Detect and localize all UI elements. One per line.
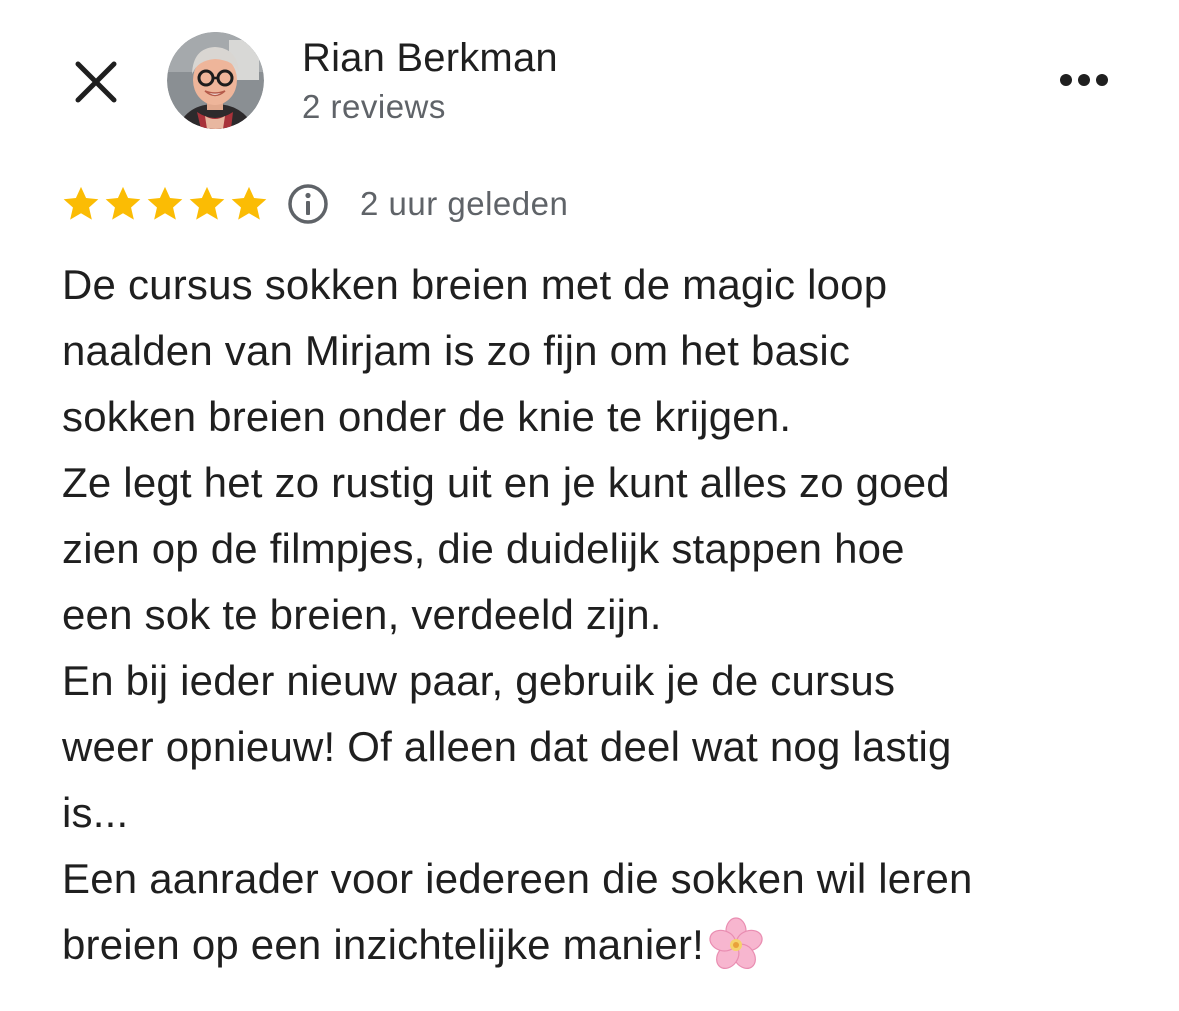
- review-line: Een aanrader voor iedereen die sokken wi…: [62, 855, 973, 902]
- avatar[interactable]: [167, 32, 264, 129]
- review-line: En bij ieder nieuw paar, gebruik je de c…: [62, 657, 896, 704]
- star-icon: [231, 186, 267, 220]
- review-line-text: breien op een inzichtelijke manier!: [62, 921, 705, 968]
- review-line: weer opnieuw! Of alleen dat deel wat nog…: [62, 723, 952, 770]
- close-button[interactable]: [70, 56, 122, 108]
- cherry-blossom-icon: [709, 917, 763, 969]
- author-name[interactable]: Rian Berkman: [302, 36, 558, 81]
- close-icon: [75, 61, 117, 103]
- star-icon: [147, 186, 183, 220]
- review-text: De cursus sokken breien met de magic loo…: [62, 252, 1152, 978]
- review-line: zien op de filmpjes, die duidelijk stapp…: [62, 525, 905, 572]
- review-line: een sok te breien, verdeeld zijn.: [62, 591, 662, 638]
- rating-row: 2 uur geleden: [60, 180, 568, 228]
- avatar-image: [167, 32, 264, 129]
- star-icon: [63, 186, 99, 220]
- star-rating: [60, 183, 270, 225]
- more-horizontal-icon: [1060, 74, 1108, 86]
- review-line: sokken breien onder de knie te krijgen.: [62, 393, 792, 440]
- review-count: 2 reviews: [302, 88, 446, 125]
- info-icon[interactable]: [286, 182, 330, 226]
- review-line: naalden van Mirjam is zo fijn om het bas…: [62, 327, 851, 374]
- review-time: 2 uur geleden: [360, 185, 569, 222]
- star-icon: [189, 186, 225, 220]
- more-options-button[interactable]: [1052, 60, 1116, 100]
- review-line: De cursus sokken breien met de magic loo…: [62, 261, 888, 308]
- star-icon: [105, 186, 141, 220]
- review-line: is...: [62, 789, 129, 836]
- review-card: Rian Berkman 2 reviews 2 uur geleden De …: [0, 0, 1179, 1011]
- review-line-last: breien op een inzichtelijke manier!: [62, 912, 1152, 978]
- review-line: Ze legt het zo rustig uit en je kunt all…: [62, 459, 950, 506]
